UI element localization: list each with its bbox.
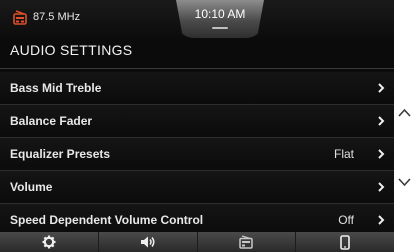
clock: 10:10 AM (194, 7, 246, 21)
menu-item-bass-mid-treble[interactable]: Bass Mid Treble (0, 72, 394, 105)
infotainment-screen: 87.5 MHz 10:10 AM AUDIO SETTINGS Bass Mi… (0, 0, 394, 252)
menu-item-label: Bass Mid Treble (10, 81, 102, 95)
radio-button[interactable] (198, 232, 297, 252)
audio-icon (140, 236, 155, 248)
status-bar: 87.5 MHz 10:10 AM (0, 0, 394, 38)
clock-tab[interactable]: 10:10 AM (176, 0, 264, 38)
audio-button[interactable] (99, 232, 198, 252)
divider (0, 68, 394, 69)
bottom-nav-bar (0, 232, 394, 252)
chevron-right-icon (378, 182, 385, 192)
menu-item-value: Flat (333, 147, 354, 161)
settings-icon (42, 235, 56, 249)
radio-icon (239, 235, 254, 249)
menu-item-value: Off (338, 213, 354, 227)
chevron-right-icon (378, 83, 385, 93)
phone-button[interactable] (296, 232, 394, 252)
menu-item-volume[interactable]: Volume (0, 171, 394, 204)
pull-down-handle (212, 27, 228, 29)
menu-item-label: Volume (10, 180, 53, 194)
chevron-right-icon (378, 149, 385, 159)
chevron-right-icon (378, 116, 385, 126)
menu-item-balance-fader[interactable]: Balance Fader (0, 105, 394, 138)
settings-menu: Bass Mid Treble Balance Fader Equalizer … (0, 72, 394, 237)
chevron-right-icon (378, 215, 385, 225)
chevron-up-icon[interactable] (398, 108, 411, 117)
menu-item-label: Equalizer Presets (10, 147, 111, 161)
phone-icon (340, 235, 350, 250)
menu-item-equalizer-presets[interactable]: Equalizer Presets Flat (0, 138, 394, 171)
menu-item-label: Balance Fader (10, 114, 93, 128)
frequency-readout: 87.5 MHz (33, 11, 81, 23)
chevron-down-icon[interactable] (398, 178, 411, 187)
page-title: AUDIO SETTINGS (10, 42, 133, 58)
radio-icon (13, 10, 27, 25)
settings-button[interactable] (0, 232, 99, 252)
menu-item-label: Speed Dependent Volume Control (10, 213, 204, 227)
